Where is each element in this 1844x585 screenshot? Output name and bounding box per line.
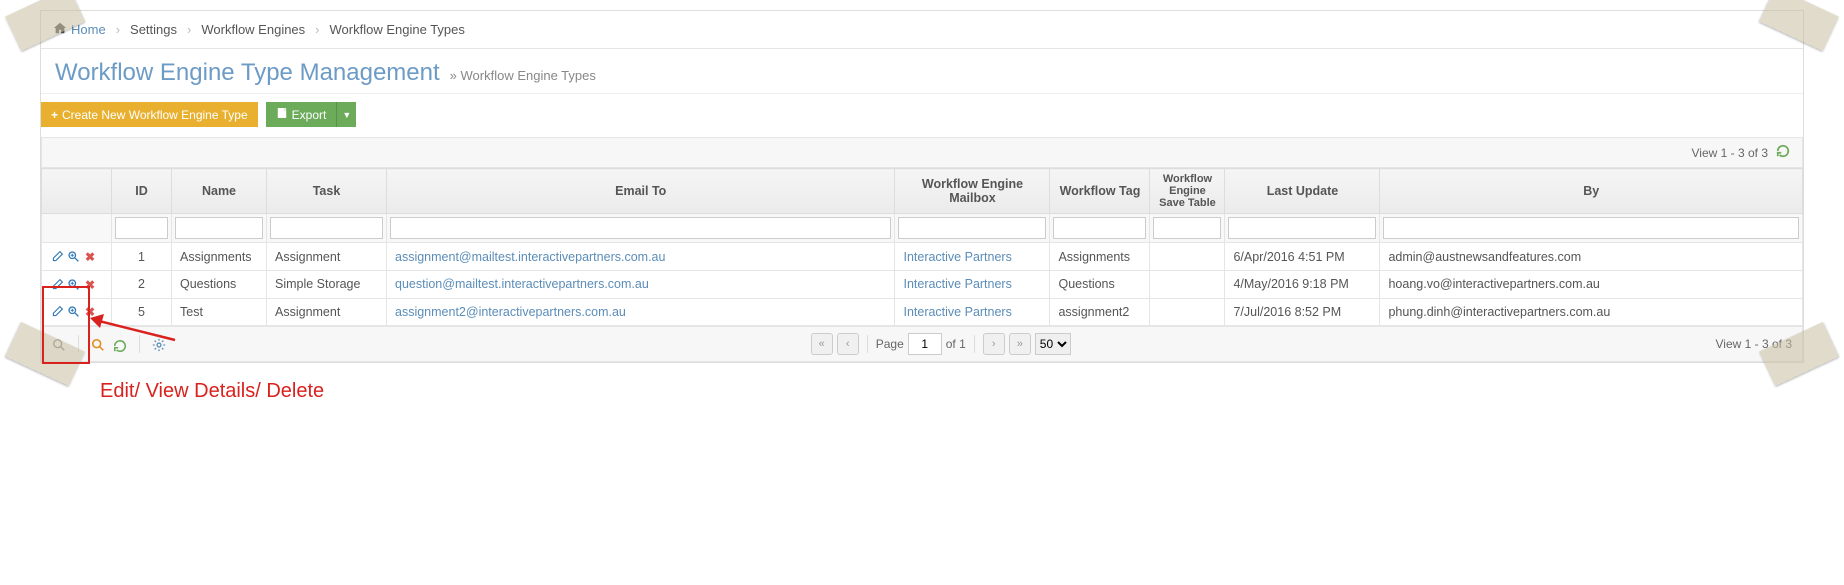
cell-email-link[interactable]: assignment2@interactivepartners.com.au <box>395 305 626 319</box>
cell-save <box>1150 243 1225 271</box>
pager-first[interactable]: « <box>811 333 833 355</box>
breadcrumb-types: Workflow Engine Types <box>330 22 465 37</box>
col-mailbox[interactable]: Workflow Engine Mailbox <box>895 169 1050 214</box>
cell-tag: Questions <box>1050 270 1150 298</box>
col-task[interactable]: Task <box>267 169 387 214</box>
cell-task: Simple Storage <box>267 270 387 298</box>
breadcrumb: Home › Settings › Workflow Engines › Wor… <box>41 11 1803 49</box>
col-name[interactable]: Name <box>172 169 267 214</box>
cell-update: 6/Apr/2016 4:51 PM <box>1225 243 1380 271</box>
chevron-right-icon: › <box>315 22 319 37</box>
filter-name[interactable] <box>175 217 263 239</box>
create-button[interactable]: + Create New Workflow Engine Type <box>41 102 258 127</box>
cell-mailbox-link[interactable]: Interactive Partners <box>903 277 1011 291</box>
filter-update[interactable] <box>1228 217 1376 239</box>
cell-email-link[interactable]: assignment@mailtest.interactivepartners.… <box>395 250 665 264</box>
filter-tag[interactable] <box>1053 217 1146 239</box>
filter-mailbox[interactable] <box>898 217 1046 239</box>
delete-icon[interactable]: ✖ <box>83 250 97 264</box>
pager-pagesize[interactable]: 50 <box>1035 333 1071 355</box>
col-emailto[interactable]: Email To <box>387 169 895 214</box>
view-details-icon[interactable] <box>67 250 81 264</box>
cell-save <box>1150 298 1225 326</box>
page-subtitle: » Workflow Engine Types <box>450 68 596 83</box>
cell-name: Questions <box>172 270 267 298</box>
cell-save <box>1150 270 1225 298</box>
export-icon <box>276 107 288 122</box>
edit-icon[interactable] <box>51 250 65 264</box>
page-title: Workflow Engine Type Management <box>55 59 440 87</box>
pager-page-input[interactable] <box>908 333 942 355</box>
cell-id: 2 <box>112 270 172 298</box>
breadcrumb-settings: Settings <box>130 22 177 37</box>
annotation-arrow <box>90 310 180 350</box>
filter-by[interactable] <box>1383 217 1799 239</box>
cell-email-link[interactable]: question@mailtest.interactivepartners.co… <box>395 277 649 291</box>
table-row: ✖2QuestionsSimple Storagequestion@mailte… <box>42 270 1803 298</box>
cell-name: Assignments <box>172 243 267 271</box>
chevron-right-icon: › <box>116 22 120 37</box>
col-save[interactable]: Workflow Engine Save Table <box>1150 169 1225 214</box>
filter-email[interactable] <box>390 217 891 239</box>
annotation-label: Edit/ View Details/ Delete <box>100 380 324 403</box>
cell-tag: Assignments <box>1050 243 1150 271</box>
refresh-icon[interactable] <box>1776 144 1790 161</box>
filter-id[interactable] <box>115 217 168 239</box>
cell-update: 7/Jul/2016 8:52 PM <box>1225 298 1380 326</box>
col-actions <box>42 169 112 214</box>
cell-by: admin@austnewsandfeatures.com <box>1380 243 1803 271</box>
cell-name: Test <box>172 298 267 326</box>
cell-task: Assignment <box>267 298 387 326</box>
export-dropdown-button[interactable]: ▼ <box>336 102 356 127</box>
caret-down-icon: ▼ <box>342 110 351 120</box>
col-id[interactable]: ID <box>112 169 172 214</box>
cell-mailbox-link[interactable]: Interactive Partners <box>903 305 1011 319</box>
table-row: ✖5TestAssignmentassignment2@interactivep… <box>42 298 1803 326</box>
table-row: ✖1AssignmentsAssignmentassignment@mailte… <box>42 243 1803 271</box>
col-by[interactable]: By <box>1380 169 1803 214</box>
cell-id: 1 <box>112 243 172 271</box>
create-button-label: Create New Workflow Engine Type <box>62 108 248 122</box>
plus-icon: + <box>51 108 58 122</box>
data-table: ID Name Task Email To Workflow Engine Ma… <box>41 168 1803 326</box>
pager-page-label: Page <box>876 337 904 351</box>
filter-save[interactable] <box>1153 217 1221 239</box>
pager-of-label: of 1 <box>946 337 966 351</box>
cell-by: phung.dinh@interactivepartners.com.au <box>1380 298 1803 326</box>
col-tag[interactable]: Workflow Tag <box>1050 169 1150 214</box>
cell-by: hoang.vo@interactivepartners.com.au <box>1380 270 1803 298</box>
export-button-label: Export <box>292 108 327 122</box>
export-button[interactable]: Export <box>266 102 337 127</box>
pager-prev[interactable]: ‹ <box>837 333 859 355</box>
annotation-box <box>42 286 90 364</box>
cell-task: Assignment <box>267 243 387 271</box>
breadcrumb-engines: Workflow Engines <box>201 22 305 37</box>
cell-mailbox-link[interactable]: Interactive Partners <box>903 250 1011 264</box>
cell-update: 4/May/2016 9:18 PM <box>1225 270 1380 298</box>
pager-next[interactable]: › <box>983 333 1005 355</box>
cell-tag: assignment2 <box>1050 298 1150 326</box>
col-update[interactable]: Last Update <box>1225 169 1380 214</box>
table-record-info-top: View 1 - 3 of 3 <box>1692 146 1769 160</box>
pager-last[interactable]: » <box>1009 333 1031 355</box>
chevron-right-icon: › <box>187 22 191 37</box>
filter-task[interactable] <box>270 217 383 239</box>
